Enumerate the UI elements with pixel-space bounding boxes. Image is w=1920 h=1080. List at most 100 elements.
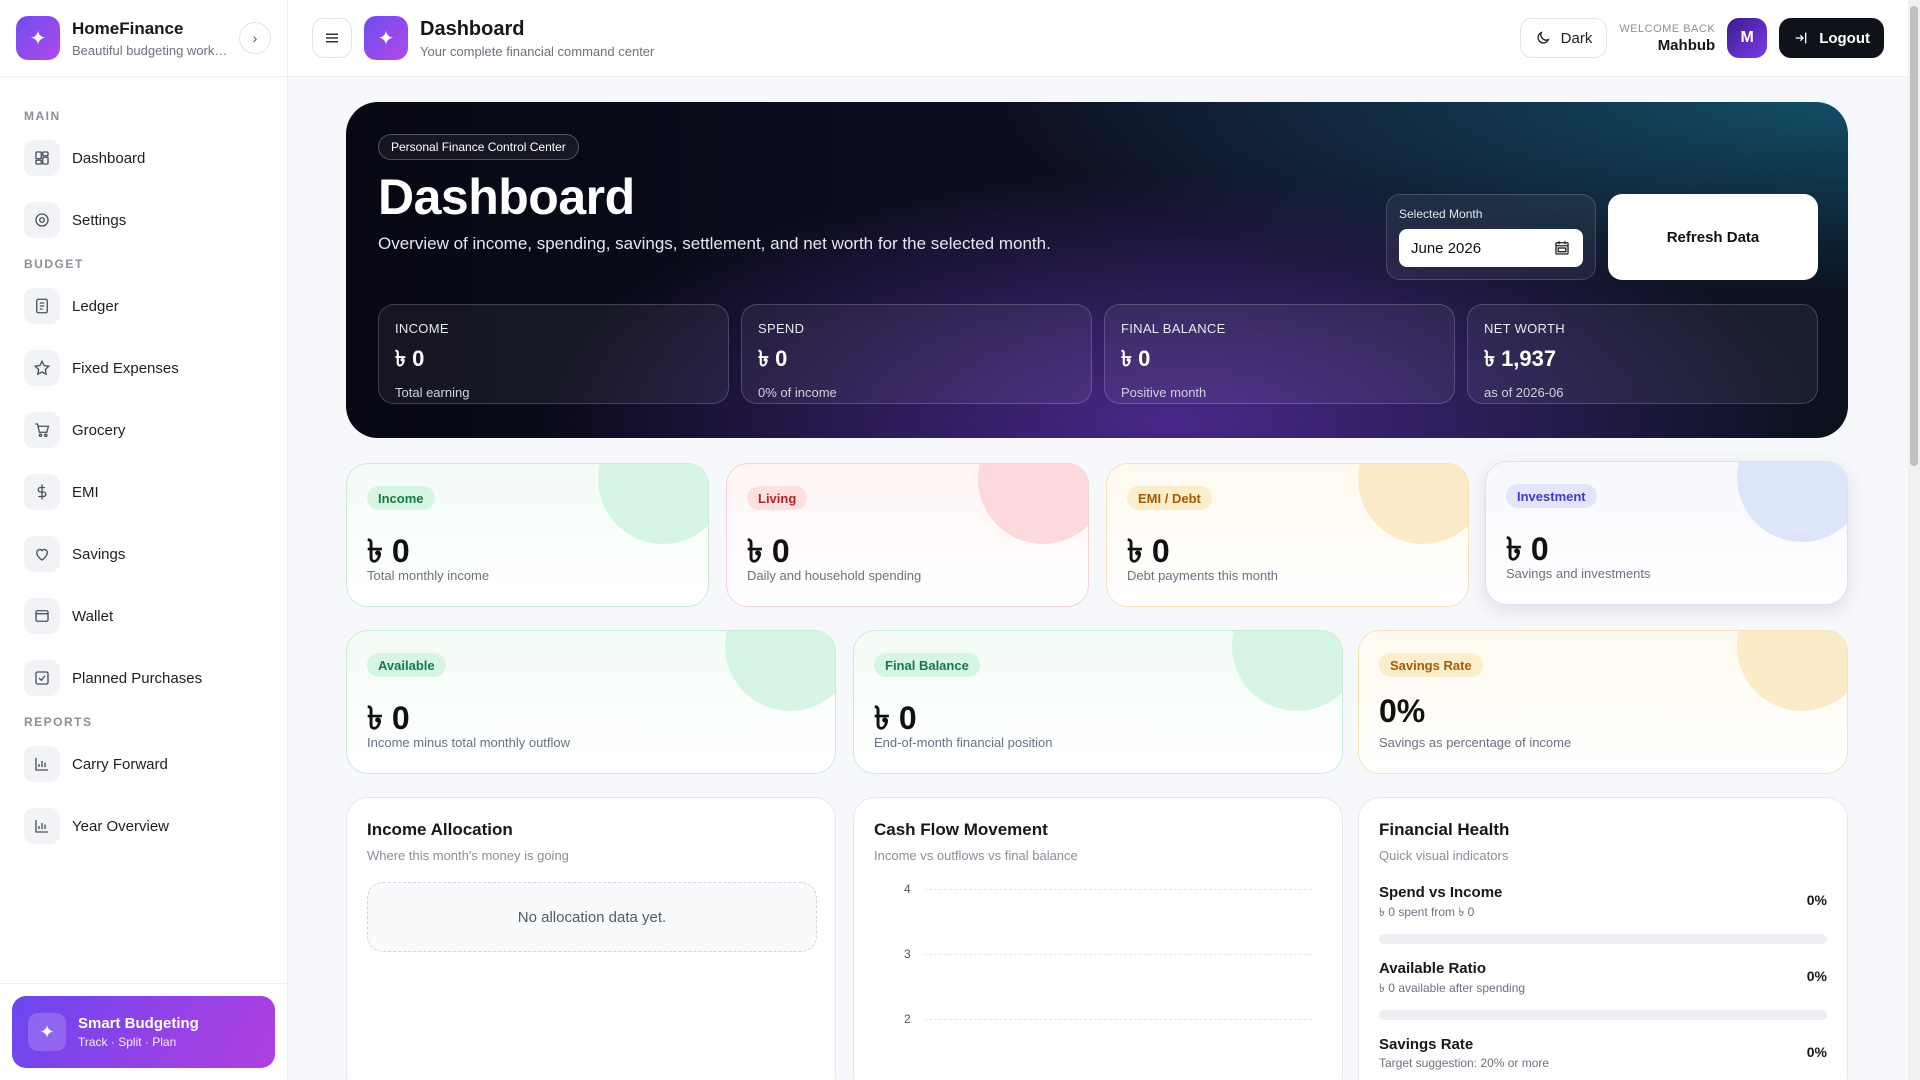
- sidebar-item-carry-forward[interactable]: Carry Forward: [24, 739, 263, 789]
- sidebar-item-label: Fixed Expenses: [72, 359, 179, 377]
- stat-label: INCOME: [395, 321, 449, 336]
- bar-chart-icon: [24, 746, 60, 782]
- checkbox-icon: [24, 660, 60, 696]
- sidebar-item-label: Settings: [72, 211, 127, 229]
- health-row-title: Spend vs Income: [1379, 884, 1503, 901]
- smart-subtitle: Track · Split · Plan: [78, 1035, 177, 1049]
- sidebar-item-dashboard[interactable]: Dashboard: [24, 133, 263, 183]
- scrollbar[interactable]: [1908, 0, 1920, 1080]
- month-selector: Selected Month June 2026: [1386, 194, 1596, 280]
- card-decoration: [1358, 464, 1468, 544]
- chevron-right-icon: ›: [252, 30, 258, 46]
- month-input[interactable]: June 2026: [1399, 229, 1583, 267]
- hero-description: Overview of income, spending, savings, s…: [378, 234, 1051, 253]
- avatar[interactable]: M: [1727, 18, 1768, 58]
- health-row-title: Available Ratio: [1379, 960, 1486, 977]
- health-progress-bar: [1379, 1010, 1827, 1020]
- sidebar-item-grocery[interactable]: Grocery: [24, 405, 263, 455]
- top-bar: ✦ Dashboard Your complete financial comm…: [288, 0, 1908, 77]
- sidebar-item-wallet[interactable]: Wallet: [24, 591, 263, 641]
- moon-icon: [1537, 31, 1550, 44]
- health-row-spend-vs-income: Spend vs Income ৳ 0 spent from ৳ 0 0%: [1379, 884, 1827, 944]
- card-pill: Savings Rate: [1379, 653, 1483, 677]
- stat-value: ৳ 0: [1121, 346, 1151, 371]
- sidebar: ✦ HomeFinance Beautiful budgeting worksp…: [0, 0, 288, 1080]
- panel-title: Income Allocation: [367, 820, 513, 839]
- health-row-percent: 0%: [1806, 968, 1827, 984]
- card-pill: Living: [747, 486, 808, 510]
- stat-sub: as of 2026-06: [1484, 385, 1564, 400]
- health-row-percent: 0%: [1806, 892, 1827, 908]
- stat-label: NET WORTH: [1484, 321, 1565, 336]
- sidebar-item-label: Savings: [72, 545, 126, 563]
- panel-title: Financial Health: [1379, 820, 1510, 839]
- nav-section-budget: BUDGET: [24, 257, 84, 271]
- stat-label: FINAL BALANCE: [1121, 321, 1226, 336]
- page-subtitle: Your complete financial command center: [420, 43, 655, 59]
- brand-title: HomeFinance: [72, 18, 184, 38]
- stat-net-worth: NET WORTH ৳ 1,937 as of 2026-06: [1467, 304, 1818, 404]
- y-tick-label: 4: [904, 882, 911, 896]
- card-available: Available ৳ 0 Income minus total monthly…: [346, 630, 836, 774]
- ledger-icon: [24, 288, 60, 324]
- refresh-data-button[interactable]: Refresh Data: [1608, 194, 1818, 280]
- card-decoration: [1232, 631, 1342, 711]
- sidebar-item-planned-purchases[interactable]: Planned Purchases: [24, 653, 263, 703]
- page-title: Dashboard: [420, 17, 525, 40]
- gridline: [924, 889, 1312, 890]
- sidebar-item-savings[interactable]: Savings: [24, 529, 263, 579]
- nav-section-reports: REPORTS: [24, 715, 93, 729]
- sidebar-item-label: Wallet: [72, 607, 114, 625]
- panel-subtitle: Income vs outflows vs final balance: [874, 848, 1078, 863]
- sidebar-item-label: EMI: [72, 483, 99, 501]
- y-tick-label: 3: [904, 947, 911, 961]
- card-pill: Available: [367, 653, 446, 677]
- sidebar-item-emi[interactable]: EMI: [24, 467, 263, 517]
- sidebar-item-settings[interactable]: Settings: [24, 195, 263, 245]
- card-subtitle: Debt payments this month: [1127, 568, 1279, 583]
- heart-icon: [24, 536, 60, 572]
- menu-button[interactable]: [312, 18, 352, 58]
- sidebar-item-label: Dashboard: [72, 149, 146, 167]
- scrollbar-thumb[interactable]: [1910, 6, 1918, 466]
- stat-value: ৳ 0: [758, 346, 788, 371]
- y-tick-label: 2: [904, 1012, 911, 1026]
- panel-subtitle: Quick visual indicators: [1379, 848, 1509, 863]
- card-subtitle: Income minus total monthly outflow: [367, 735, 571, 750]
- sidebar-collapse-button[interactable]: ›: [239, 22, 271, 54]
- stat-value: ৳ 0: [395, 346, 425, 371]
- smart-budgeting-card[interactable]: ✦ Smart Budgeting Track · Split · Plan: [12, 996, 275, 1068]
- dark-mode-button[interactable]: Dark: [1519, 18, 1608, 58]
- user-name: Mahbub: [1657, 36, 1716, 54]
- card-subtitle: End-of-month financial position: [874, 735, 1053, 750]
- card-living: Living ৳ 0 Daily and household spending: [726, 463, 1089, 607]
- sidebar-item-label: Planned Purchases: [72, 669, 203, 687]
- sparkle-icon: ✦: [28, 1013, 66, 1051]
- calendar-icon: [1555, 241, 1569, 255]
- wallet-icon: [24, 598, 60, 634]
- sidebar-item-label: Year Overview: [72, 817, 169, 835]
- card-value: 0%: [1379, 693, 1426, 729]
- card-final-balance: Final Balance ৳ 0 End-of-month financial…: [853, 630, 1343, 774]
- brand-subtitle: Beautiful budgeting workspace: [72, 42, 232, 58]
- dashboard-icon: [24, 140, 60, 176]
- cash-flow-panel: Cash Flow Movement Income vs outflows vs…: [853, 797, 1343, 1080]
- sidebar-divider: [0, 983, 287, 984]
- dollar-icon: [24, 474, 60, 510]
- card-savings-rate: Savings Rate 0% Savings as percentage of…: [1358, 630, 1848, 774]
- panel-title: Cash Flow Movement: [874, 820, 1048, 839]
- sidebar-item-year-overview[interactable]: Year Overview: [24, 801, 263, 851]
- gridline: [924, 954, 1312, 955]
- sidebar-item-ledger[interactable]: Ledger: [24, 281, 263, 331]
- logout-label: Logout: [1819, 29, 1870, 47]
- logout-button[interactable]: Logout: [1779, 18, 1884, 58]
- cart-icon: [24, 412, 60, 448]
- health-row-title: Savings Rate: [1379, 1036, 1474, 1053]
- card-decoration: [725, 631, 835, 711]
- month-label: Selected Month: [1399, 207, 1483, 221]
- sidebar-item-fixed-expenses[interactable]: Fixed Expenses: [24, 343, 263, 393]
- stat-income: INCOME ৳ 0 Total earning: [378, 304, 729, 404]
- welcome-label: WELCOME BACK: [1619, 22, 1716, 35]
- card-pill: Final Balance: [874, 653, 980, 677]
- income-allocation-panel: Income Allocation Where this month's mon…: [346, 797, 836, 1080]
